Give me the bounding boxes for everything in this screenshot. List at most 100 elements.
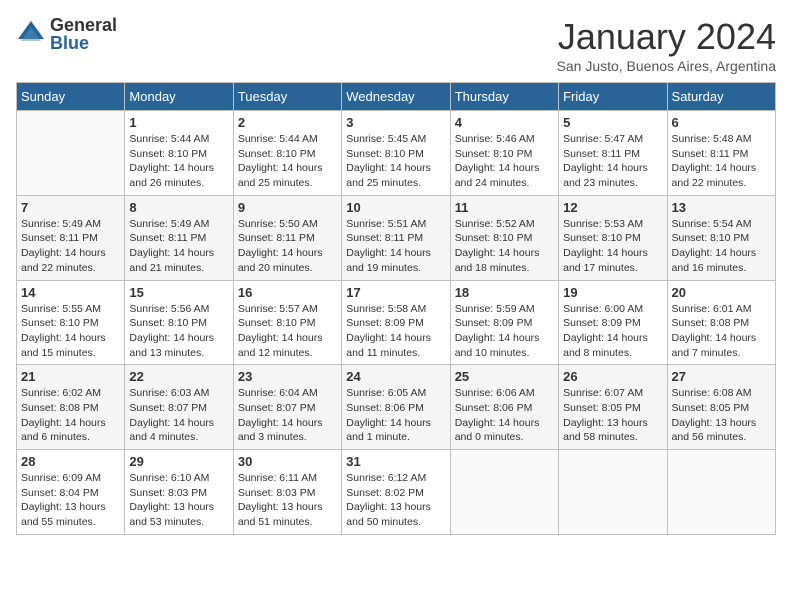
day-info: Sunrise: 5:56 AM Sunset: 8:10 PM Dayligh… — [129, 302, 228, 361]
weekday-header-wednesday: Wednesday — [342, 83, 450, 111]
day-cell: 29 Sunrise: 6:10 AM Sunset: 8:03 PM Dayli… — [125, 450, 233, 535]
day-cell: 9 Sunrise: 5:50 AM Sunset: 8:11 PM Daylig… — [233, 195, 341, 280]
day-info: Sunrise: 6:00 AM Sunset: 8:09 PM Dayligh… — [563, 302, 662, 361]
day-cell: 7 Sunrise: 5:49 AM Sunset: 8:11 PM Daylig… — [17, 195, 125, 280]
day-number: 2 — [238, 115, 337, 130]
day-number: 23 — [238, 369, 337, 384]
day-number: 9 — [238, 200, 337, 215]
day-cell: 25 Sunrise: 6:06 AM Sunset: 8:06 PM Dayli… — [450, 365, 558, 450]
day-cell: 16 Sunrise: 5:57 AM Sunset: 8:10 PM Dayli… — [233, 280, 341, 365]
weekday-header-thursday: Thursday — [450, 83, 558, 111]
weekday-header-saturday: Saturday — [667, 83, 775, 111]
day-number: 7 — [21, 200, 120, 215]
day-number: 5 — [563, 115, 662, 130]
day-cell: 20 Sunrise: 6:01 AM Sunset: 8:08 PM Dayli… — [667, 280, 775, 365]
day-info: Sunrise: 5:44 AM Sunset: 8:10 PM Dayligh… — [238, 132, 337, 191]
day-number: 20 — [672, 285, 771, 300]
day-info: Sunrise: 5:57 AM Sunset: 8:10 PM Dayligh… — [238, 302, 337, 361]
page-header: General Blue January 2024 San Justo, Bue… — [16, 16, 776, 74]
calendar-table: SundayMondayTuesdayWednesdayThursdayFrid… — [16, 82, 776, 535]
day-info: Sunrise: 5:54 AM Sunset: 8:10 PM Dayligh… — [672, 217, 771, 276]
weekday-header-sunday: Sunday — [17, 83, 125, 111]
day-number: 8 — [129, 200, 228, 215]
day-number: 30 — [238, 454, 337, 469]
day-cell: 22Sunrise: 6:03 AM Sunset: 8:07 PM Dayli… — [125, 365, 233, 450]
day-number: 18 — [455, 285, 554, 300]
day-cell: 15 Sunrise: 5:56 AM Sunset: 8:10 PM Dayli… — [125, 280, 233, 365]
day-cell: 31Sunrise: 6:12 AM Sunset: 8:02 PM Dayli… — [342, 450, 450, 535]
week-row-3: 14 Sunrise: 5:55 AM Sunset: 8:10 PM Dayli… — [17, 280, 776, 365]
day-info: Sunrise: 5:49 AM Sunset: 8:11 PM Dayligh… — [129, 217, 228, 276]
day-cell: 18 Sunrise: 5:59 AM Sunset: 8:09 PM Dayli… — [450, 280, 558, 365]
day-cell — [559, 450, 667, 535]
day-info: Sunrise: 5:52 AM Sunset: 8:10 PM Dayligh… — [455, 217, 554, 276]
day-info: Sunrise: 6:07 AM Sunset: 8:05 PM Dayligh… — [563, 386, 662, 445]
day-info: Sunrise: 6:08 AM Sunset: 8:05 PM Dayligh… — [672, 386, 771, 445]
day-cell — [450, 450, 558, 535]
day-number: 13 — [672, 200, 771, 215]
week-row-2: 7 Sunrise: 5:49 AM Sunset: 8:11 PM Daylig… — [17, 195, 776, 280]
day-cell: 4Sunrise: 5:46 AM Sunset: 8:10 PM Daylig… — [450, 111, 558, 196]
week-row-4: 21 Sunrise: 6:02 AM Sunset: 8:08 PM Dayli… — [17, 365, 776, 450]
day-cell: 14 Sunrise: 5:55 AM Sunset: 8:10 PM Dayli… — [17, 280, 125, 365]
logo-general: General — [50, 16, 117, 34]
day-number: 29 — [129, 454, 228, 469]
day-cell: 24 Sunrise: 6:05 AM Sunset: 8:06 PM Dayli… — [342, 365, 450, 450]
day-info: Sunrise: 6:04 AM Sunset: 8:07 PM Dayligh… — [238, 386, 337, 445]
day-cell: 5Sunrise: 5:47 AM Sunset: 8:11 PM Daylig… — [559, 111, 667, 196]
day-cell: 2 Sunrise: 5:44 AM Sunset: 8:10 PM Daylig… — [233, 111, 341, 196]
day-number: 4 — [455, 115, 554, 130]
week-row-1: 1Sunrise: 5:44 AM Sunset: 8:10 PM Daylig… — [17, 111, 776, 196]
day-info: Sunrise: 6:06 AM Sunset: 8:06 PM Dayligh… — [455, 386, 554, 445]
weekday-header-tuesday: Tuesday — [233, 83, 341, 111]
day-info: Sunrise: 5:59 AM Sunset: 8:09 PM Dayligh… — [455, 302, 554, 361]
day-info: Sunrise: 5:55 AM Sunset: 8:10 PM Dayligh… — [21, 302, 120, 361]
day-cell: 6 Sunrise: 5:48 AM Sunset: 8:11 PM Daylig… — [667, 111, 775, 196]
day-number: 25 — [455, 369, 554, 384]
day-cell: 3 Sunrise: 5:45 AM Sunset: 8:10 PM Daylig… — [342, 111, 450, 196]
day-cell: 23 Sunrise: 6:04 AM Sunset: 8:07 PM Dayli… — [233, 365, 341, 450]
day-info: Sunrise: 6:02 AM Sunset: 8:08 PM Dayligh… — [21, 386, 120, 445]
day-cell: 11 Sunrise: 5:52 AM Sunset: 8:10 PM Dayli… — [450, 195, 558, 280]
day-info: Sunrise: 5:45 AM Sunset: 8:10 PM Dayligh… — [346, 132, 445, 191]
day-cell: 8 Sunrise: 5:49 AM Sunset: 8:11 PM Daylig… — [125, 195, 233, 280]
day-number: 12 — [563, 200, 662, 215]
calendar-subtitle: San Justo, Buenos Aires, Argentina — [557, 58, 776, 74]
day-number: 24 — [346, 369, 445, 384]
day-number: 17 — [346, 285, 445, 300]
logo: General Blue — [16, 16, 117, 52]
day-info: Sunrise: 5:51 AM Sunset: 8:11 PM Dayligh… — [346, 217, 445, 276]
day-number: 15 — [129, 285, 228, 300]
day-number: 11 — [455, 200, 554, 215]
day-number: 10 — [346, 200, 445, 215]
day-number: 6 — [672, 115, 771, 130]
day-info: Sunrise: 5:49 AM Sunset: 8:11 PM Dayligh… — [21, 217, 120, 276]
day-info: Sunrise: 5:48 AM Sunset: 8:11 PM Dayligh… — [672, 132, 771, 191]
day-number: 3 — [346, 115, 445, 130]
logo-text: General Blue — [50, 16, 117, 52]
day-info: Sunrise: 6:09 AM Sunset: 8:04 PM Dayligh… — [21, 471, 120, 530]
logo-blue: Blue — [50, 34, 117, 52]
day-info: Sunrise: 5:44 AM Sunset: 8:10 PM Dayligh… — [129, 132, 228, 191]
day-number: 19 — [563, 285, 662, 300]
day-cell: 19 Sunrise: 6:00 AM Sunset: 8:09 PM Dayli… — [559, 280, 667, 365]
day-number: 21 — [21, 369, 120, 384]
title-block: January 2024 San Justo, Buenos Aires, Ar… — [557, 16, 776, 74]
day-info: Sunrise: 5:50 AM Sunset: 8:11 PM Dayligh… — [238, 217, 337, 276]
day-number: 16 — [238, 285, 337, 300]
day-info: Sunrise: 6:12 AM Sunset: 8:02 PM Dayligh… — [346, 471, 445, 530]
weekday-header-monday: Monday — [125, 83, 233, 111]
calendar-title: January 2024 — [557, 16, 776, 58]
day-cell: 17Sunrise: 5:58 AM Sunset: 8:09 PM Dayli… — [342, 280, 450, 365]
day-info: Sunrise: 6:01 AM Sunset: 8:08 PM Dayligh… — [672, 302, 771, 361]
day-info: Sunrise: 5:53 AM Sunset: 8:10 PM Dayligh… — [563, 217, 662, 276]
day-cell: 26Sunrise: 6:07 AM Sunset: 8:05 PM Dayli… — [559, 365, 667, 450]
day-info: Sunrise: 6:03 AM Sunset: 8:07 PM Dayligh… — [129, 386, 228, 445]
day-info: Sunrise: 6:10 AM Sunset: 8:03 PM Dayligh… — [129, 471, 228, 530]
day-number: 27 — [672, 369, 771, 384]
day-number: 14 — [21, 285, 120, 300]
day-info: Sunrise: 6:05 AM Sunset: 8:06 PM Dayligh… — [346, 386, 445, 445]
day-cell: 28 Sunrise: 6:09 AM Sunset: 8:04 PM Dayli… — [17, 450, 125, 535]
day-number: 28 — [21, 454, 120, 469]
week-row-5: 28 Sunrise: 6:09 AM Sunset: 8:04 PM Dayli… — [17, 450, 776, 535]
